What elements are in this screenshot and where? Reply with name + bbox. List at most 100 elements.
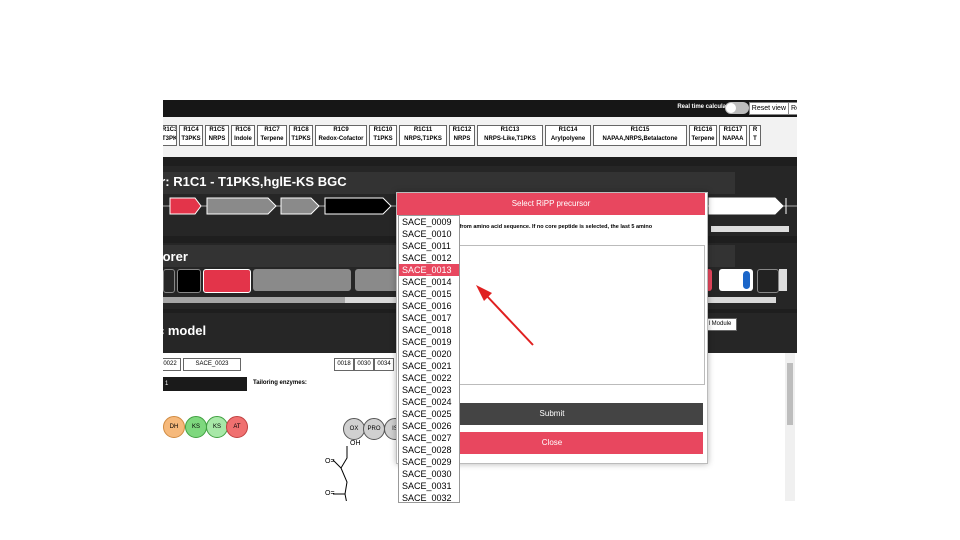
dropdown-option[interactable]: SACE_0011: [399, 240, 459, 252]
region-button-r1c13[interactable]: R1C13 NRPS-Like,T1PKS: [477, 125, 543, 146]
explorer-module-blue[interactable]: [743, 271, 750, 289]
region-button-r1c5[interactable]: R1C5 NRPS: [205, 125, 229, 146]
region-button-r[interactable]: RT: [749, 125, 761, 146]
dropdown-option[interactable]: SACE_0031: [399, 480, 459, 492]
explorer-module-dark[interactable]: [163, 269, 175, 293]
domain-dh[interactable]: DH: [163, 416, 185, 438]
dropdown-option[interactable]: SACE_0026: [399, 420, 459, 432]
region-button-r1c17[interactable]: R1C17 NAPAA: [719, 125, 747, 146]
dropdown-option[interactable]: SACE_0030: [399, 468, 459, 480]
dropdown-option[interactable]: SACE_0023: [399, 384, 459, 396]
region-button-r1c3[interactable]: R1C3 T3PKS: [163, 125, 177, 146]
region-button-r1c4[interactable]: R1C4 T3PKS: [179, 125, 203, 146]
region-selector-bar: R1C3 T3PKS R1C4 T3PKS R1C5 NRPS R1C6 Indole R1C7…: [163, 117, 797, 173]
region-button-r1c6[interactable]: R1C6 Indole: [231, 125, 255, 146]
dropdown-option[interactable]: SACE_0027: [399, 432, 459, 444]
bgc-title: er: R1C1 - T1PKS,hglE-KS BGC: [163, 174, 347, 189]
dropdown-option[interactable]: SACE_0017: [399, 312, 459, 324]
region-name: R1C9: [333, 127, 349, 133]
region-name: R1C5: [209, 127, 225, 133]
region-button-r1c10[interactable]: R1C10 T1PKS: [369, 125, 397, 146]
dropdown-option[interactable]: SACE_0014: [399, 276, 459, 288]
explorer-vertical-scrollbar[interactable]: [779, 269, 787, 291]
explorer-module-gray-2[interactable]: [355, 269, 399, 291]
dropdown-option[interactable]: SACE_0019: [399, 336, 459, 348]
explorer-module-red[interactable]: [203, 269, 251, 293]
domain-ks-1[interactable]: KS: [185, 416, 207, 438]
gene-track-bar: 1: [163, 377, 247, 391]
bgc-scrollbar[interactable]: [711, 226, 789, 232]
region-type: NRPS-Like,T1PKS: [484, 136, 536, 142]
region-button-r1c15[interactable]: R1C15 NAPAA,NRPS,Betalactone: [593, 125, 687, 146]
tailoring-domain-ox[interactable]: OX: [343, 418, 365, 440]
gene-box-0018[interactable]: 0018: [334, 358, 354, 371]
add-module-button[interactable]: l Module: [703, 318, 737, 331]
region-button-r1c11[interactable]: R1C11 NRPS,T1PKS: [399, 125, 447, 146]
region-type: NAPAA: [722, 136, 744, 142]
region-type: Arylpolyene: [550, 136, 586, 142]
domain-at[interactable]: AT: [226, 416, 248, 438]
region-type: NAPAA,NRPS,Betalactone: [602, 136, 678, 142]
dropdown-option[interactable]: SACE_0029: [399, 456, 459, 468]
region-type: T: [753, 136, 757, 142]
region-type: Redox-Cofactor: [318, 136, 364, 142]
explorer-title: lorer: [163, 249, 188, 264]
tailoring-domain-pro[interactable]: PRO: [363, 418, 385, 440]
region-button-r1c9[interactable]: R1C9 Redox-Cofactor: [315, 125, 367, 146]
model-vertical-scrollbar-thumb[interactable]: [787, 363, 793, 425]
region-name: R1C15: [630, 127, 650, 133]
gene-arrow-black: [324, 197, 392, 215]
domain-ks-2[interactable]: KS: [206, 416, 228, 438]
region-type: T3PKS: [163, 136, 177, 142]
gene-box-0022[interactable]: 0022: [163, 358, 181, 371]
dialog-description: e from amino acid sequence. If no core p…: [455, 224, 653, 230]
region-type: NRPS,T1PKS: [404, 136, 442, 142]
explorer-scrollbar-thumb[interactable]: [163, 297, 345, 303]
region-name: R1C4: [183, 127, 199, 133]
model-vertical-scrollbar[interactable]: [785, 353, 795, 501]
tailoring-enzymes-label: Tailoring enzymes:: [253, 380, 307, 386]
explorer-module-black[interactable]: [177, 269, 201, 293]
region-type: T3PKS: [181, 136, 201, 142]
region-name: R1C12: [452, 127, 472, 133]
dropdown-option[interactable]: SACE_0010: [399, 228, 459, 240]
gene-arrow-white: [708, 197, 784, 215]
region-button-r1c8[interactable]: R1C8 T1PKS: [289, 125, 313, 146]
dropdown-option[interactable]: SACE_0009: [399, 216, 459, 228]
dropdown-option[interactable]: SACE_0018: [399, 324, 459, 336]
region-type: Terpene: [260, 136, 284, 142]
region-button-r1c12[interactable]: R1C12 NRPS: [449, 125, 475, 146]
gene-box-sace-0023[interactable]: SACE_0023: [183, 358, 241, 371]
chem-label-oh: OH: [350, 440, 361, 447]
dropdown-option[interactable]: SACE_0025: [399, 408, 459, 420]
explorer-module-end[interactable]: [757, 269, 779, 293]
dropdown-option[interactable]: SACE_0015: [399, 288, 459, 300]
dropdown-option[interactable]: SACE_0024: [399, 396, 459, 408]
dropdown-option[interactable]: SACE_0012: [399, 252, 459, 264]
region-type: T1PKS: [373, 136, 393, 142]
reset-view-button[interactable]: Reset view: [748, 102, 789, 115]
region-name: R1C11: [413, 127, 433, 133]
dropdown-option[interactable]: SACE_0016: [399, 300, 459, 312]
dropdown-option[interactable]: SACE_0021: [399, 360, 459, 372]
region-button-r1c16[interactable]: R1C16 Terpene: [689, 125, 717, 146]
region-name: R1C13: [500, 127, 520, 133]
cut-off-button[interactable]: Re: [788, 102, 797, 115]
dropdown-option[interactable]: SACE_0022: [399, 372, 459, 384]
precursor-dropdown-list[interactable]: SACE_0009 SACE_0010 SACE_0011 SACE_0012 SACE…: [398, 215, 460, 503]
gene-box-0034[interactable]: 0034: [374, 358, 394, 371]
gene-box-0030[interactable]: 0030: [354, 358, 374, 371]
dialog-title: Select RiPP precursor: [397, 193, 705, 215]
dropdown-option[interactable]: SACE_0032: [399, 492, 459, 502]
region-button-r1c7[interactable]: R1C7 Terpene: [257, 125, 287, 146]
explorer-module-gray-1[interactable]: [253, 269, 351, 291]
region-name: R1C7: [264, 127, 280, 133]
chem-label-o-2: O=: [325, 490, 335, 497]
dropdown-option[interactable]: SACE_0013: [399, 264, 459, 276]
region-name: R1C6: [235, 127, 251, 133]
region-type: T1PKS: [291, 136, 311, 142]
realtime-toggle[interactable]: [725, 102, 749, 114]
dropdown-option[interactable]: SACE_0020: [399, 348, 459, 360]
dropdown-option[interactable]: SACE_0028: [399, 444, 459, 456]
region-button-r1c14[interactable]: R1C14 Arylpolyene: [545, 125, 591, 146]
